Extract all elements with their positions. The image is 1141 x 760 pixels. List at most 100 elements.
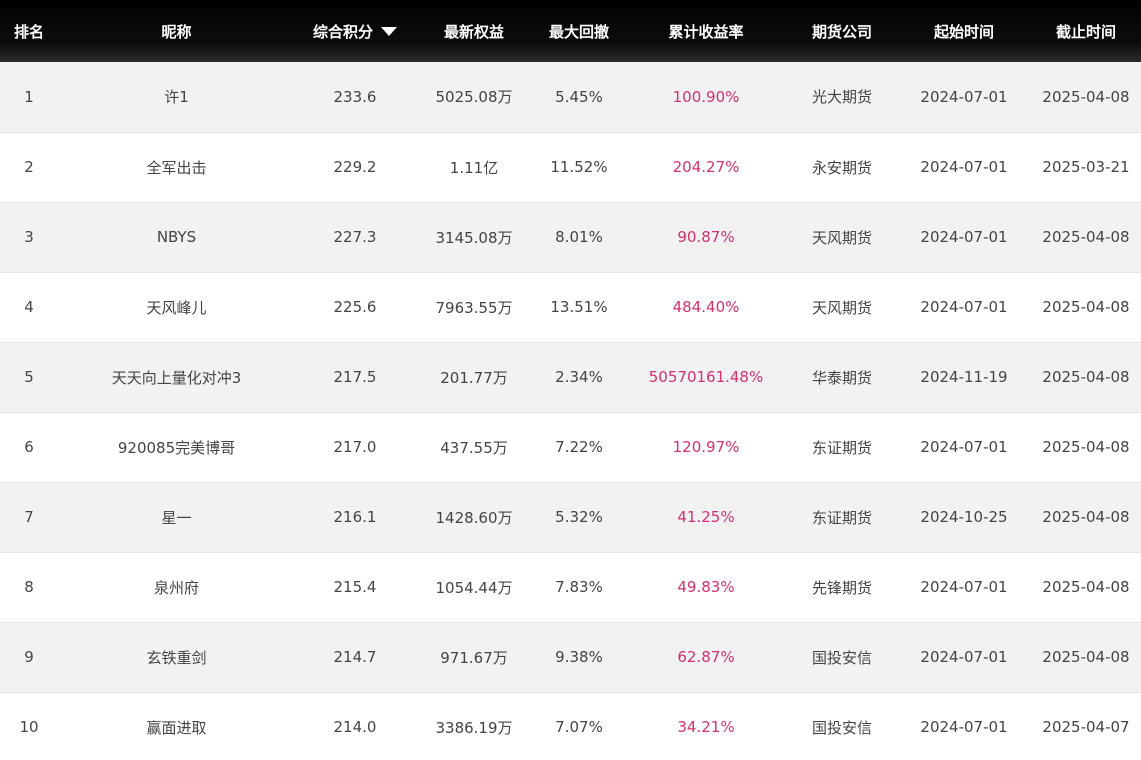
cell-cum-return: 49.83% — [625, 552, 787, 623]
header-cum-return[interactable]: 累计收益率 — [625, 0, 787, 62]
ranking-table-container: 排名 昵称 综合积分 最新权益 最大回撤 累计收益率 期货公司 起始时间 截止时… — [0, 0, 1141, 760]
cell-firm: 光大期货 — [787, 62, 897, 133]
cell-nickname[interactable]: 天天向上量化对冲3 — [58, 342, 295, 413]
header-score-label: 综合积分 — [312, 22, 373, 41]
cell-firm: 国投安信 — [787, 692, 897, 760]
cell-start: 2024-10-25 — [897, 482, 1031, 553]
cell-equity: 1054.44万 — [415, 552, 533, 623]
cell-cum-return: 41.25% — [625, 482, 787, 553]
cell-firm: 东证期货 — [787, 412, 897, 483]
cell-end: 2025-04-07 — [1031, 692, 1141, 760]
cell-equity: 437.55万 — [415, 412, 533, 483]
cell-rank: 7 — [0, 482, 58, 553]
header-end[interactable]: 截止时间 — [1031, 0, 1141, 62]
table-row[interactable]: 1 许1 233.6 5025.08万 5.45% 100.90% 光大期货 2024-07-… — [0, 62, 1141, 133]
cell-drawdown: 5.45% — [533, 62, 625, 133]
header-drawdown[interactable]: 最大回撤 — [533, 0, 625, 62]
cell-firm: 东证期货 — [787, 482, 897, 553]
cell-cum-return: 204.27% — [625, 132, 787, 203]
cell-firm: 国投安信 — [787, 622, 897, 693]
table-row[interactable]: 4 天风峰儿 225.6 7963.55万 13.51% 484.40% 天风期货 2024-… — [0, 272, 1141, 343]
cell-score: 216.1 — [295, 482, 415, 553]
cell-rank: 9 — [0, 622, 58, 693]
table-body: 1 许1 233.6 5025.08万 5.45% 100.90% 光大期货 2024-07-… — [0, 62, 1141, 760]
header-score[interactable]: 综合积分 — [295, 0, 415, 62]
cell-drawdown: 8.01% — [533, 202, 625, 273]
cell-equity: 3145.08万 — [415, 202, 533, 273]
cell-rank: 8 — [0, 552, 58, 623]
cell-nickname[interactable]: NBYS — [58, 202, 295, 273]
cell-end: 2025-04-08 — [1031, 552, 1141, 623]
cell-end: 2025-04-08 — [1031, 412, 1141, 483]
cell-start: 2024-07-01 — [897, 62, 1031, 133]
cell-firm: 天风期货 — [787, 202, 897, 273]
table-row[interactable]: 3 NBYS 227.3 3145.08万 8.01% 90.87% 天风期货 2024-07… — [0, 202, 1141, 273]
cell-end: 2025-04-08 — [1031, 622, 1141, 693]
table-row[interactable]: 6 920085完美博哥 217.0 437.55万 7.22% 120.97% 东证期货 2… — [0, 412, 1141, 483]
cell-start: 2024-11-19 — [897, 342, 1031, 413]
cell-nickname[interactable]: 玄铁重剑 — [58, 622, 295, 693]
cell-score: 215.4 — [295, 552, 415, 623]
cell-drawdown: 11.52% — [533, 132, 625, 203]
cell-end: 2025-04-08 — [1031, 272, 1141, 343]
cell-start: 2024-07-01 — [897, 552, 1031, 623]
table-row[interactable]: 10 赢面进取 214.0 3386.19万 7.07% 34.21% 国投安信 2024-0… — [0, 692, 1141, 760]
cell-cum-return: 120.97% — [625, 412, 787, 483]
cell-score: 225.6 — [295, 272, 415, 343]
cell-drawdown: 2.34% — [533, 342, 625, 413]
cell-cum-return: 100.90% — [625, 62, 787, 133]
cell-drawdown: 7.22% — [533, 412, 625, 483]
cell-drawdown: 13.51% — [533, 272, 625, 343]
cell-drawdown: 9.38% — [533, 622, 625, 693]
cell-equity: 7963.55万 — [415, 272, 533, 343]
cell-start: 2024-07-01 — [897, 132, 1031, 203]
header-equity[interactable]: 最新权益 — [415, 0, 533, 62]
cell-start: 2024-07-01 — [897, 272, 1031, 343]
cell-nickname[interactable]: 920085完美博哥 — [58, 412, 295, 483]
header-row: 排名 昵称 综合积分 最新权益 最大回撤 累计收益率 期货公司 起始时间 截止时… — [0, 0, 1141, 62]
cell-start: 2024-07-01 — [897, 692, 1031, 760]
cell-nickname[interactable]: 全军出击 — [58, 132, 295, 203]
cell-rank: 2 — [0, 132, 58, 203]
cell-rank: 1 — [0, 62, 58, 133]
cell-end: 2025-04-08 — [1031, 342, 1141, 413]
cell-firm: 先锋期货 — [787, 552, 897, 623]
cell-start: 2024-07-01 — [897, 412, 1031, 483]
table-row[interactable]: 2 全军出击 229.2 1.11亿 11.52% 204.27% 永安期货 2024-07-… — [0, 132, 1141, 203]
sort-descending-icon[interactable] — [381, 26, 397, 36]
cell-equity: 5025.08万 — [415, 62, 533, 133]
cell-equity: 971.67万 — [415, 622, 533, 693]
cell-drawdown: 7.83% — [533, 552, 625, 623]
cell-rank: 6 — [0, 412, 58, 483]
cell-cum-return: 62.87% — [625, 622, 787, 693]
cell-score: 217.0 — [295, 412, 415, 483]
table-row[interactable]: 8 泉州府 215.4 1054.44万 7.83% 49.83% 先锋期货 2024-07-… — [0, 552, 1141, 623]
cell-firm: 华泰期货 — [787, 342, 897, 413]
table-row[interactable]: 5 天天向上量化对冲3 217.5 201.77万 2.34% 50570161.48% 华… — [0, 342, 1141, 413]
cell-firm: 永安期货 — [787, 132, 897, 203]
cell-score: 217.5 — [295, 342, 415, 413]
cell-cum-return: 484.40% — [625, 272, 787, 343]
cell-nickname[interactable]: 泉州府 — [58, 552, 295, 623]
cell-start: 2024-07-01 — [897, 622, 1031, 693]
header-firm[interactable]: 期货公司 — [787, 0, 897, 62]
cell-equity: 1428.60万 — [415, 482, 533, 553]
table-row[interactable]: 9 玄铁重剑 214.7 971.67万 9.38% 62.87% 国投安信 2024-07-… — [0, 622, 1141, 693]
header-nickname[interactable]: 昵称 — [58, 0, 295, 62]
cell-score: 227.3 — [295, 202, 415, 273]
cell-nickname[interactable]: 赢面进取 — [58, 692, 295, 760]
header-start[interactable]: 起始时间 — [897, 0, 1031, 62]
cell-nickname[interactable]: 天风峰儿 — [58, 272, 295, 343]
cell-firm: 天风期货 — [787, 272, 897, 343]
header-rank[interactable]: 排名 — [0, 0, 58, 62]
cell-rank: 10 — [0, 692, 58, 760]
cell-end: 2025-04-08 — [1031, 202, 1141, 273]
table-row[interactable]: 7 星一 216.1 1428.60万 5.32% 41.25% 东证期货 2024-10-2… — [0, 482, 1141, 553]
cell-equity: 201.77万 — [415, 342, 533, 413]
cell-equity: 1.11亿 — [415, 132, 533, 203]
ranking-table: 排名 昵称 综合积分 最新权益 最大回撤 累计收益率 期货公司 起始时间 截止时… — [0, 0, 1141, 760]
cell-nickname[interactable]: 许1 — [58, 62, 295, 133]
cell-cum-return: 90.87% — [625, 202, 787, 273]
cell-end: 2025-03-21 — [1031, 132, 1141, 203]
cell-nickname[interactable]: 星一 — [58, 482, 295, 553]
